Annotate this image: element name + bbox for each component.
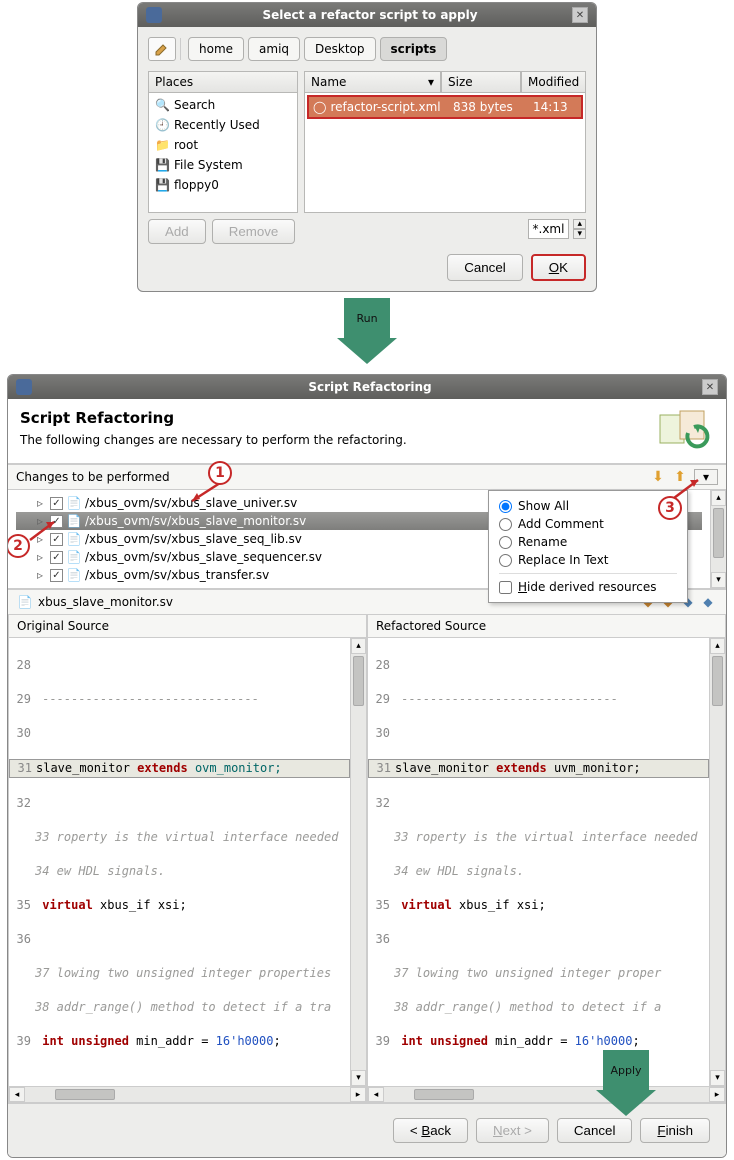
back-button[interactable]: < Back xyxy=(393,1118,468,1143)
cancel-button[interactable]: Cancel xyxy=(557,1118,633,1143)
compare-tab-label: xbus_slave_monitor.sv xyxy=(38,595,173,609)
checkbox[interactable] xyxy=(50,497,63,510)
files-pane: Name▾ Size Modified ◯ refactor-script.xm… xyxy=(304,71,586,244)
sv-file-icon: 📄 xyxy=(67,496,81,510)
callout-1: 1 xyxy=(208,461,232,485)
expand-icon[interactable]: ▹ xyxy=(34,550,46,564)
dialog-title: Select a refactor script to apply xyxy=(168,8,572,22)
refactoring-dialog: Script Refactoring ✕ Script Refactoring … xyxy=(7,374,727,1158)
page-heading: Script Refactoring xyxy=(20,409,658,427)
places-pane: Places 🔍Search 🕘Recently Used 📁root 💾Fil… xyxy=(148,71,298,244)
refactor-wizard-icon xyxy=(658,409,714,449)
file-name: refactor-script.xml xyxy=(330,100,449,114)
path-segment[interactable]: home xyxy=(188,37,244,61)
dialog-title: Script Refactoring xyxy=(38,380,702,394)
refactored-header: Refactored Source xyxy=(368,615,725,638)
original-source-pane: Original Source 28 29 ------------------… xyxy=(8,614,367,1103)
refactored-source-pane: Refactored Source 28 29 ----------------… xyxy=(367,614,726,1103)
callout-3: 3 xyxy=(658,496,682,520)
file-chooser-dialog: Select a refactor script to apply ✕ home… xyxy=(137,2,597,292)
sv-file-icon: 📄 xyxy=(67,532,81,546)
close-icon[interactable]: ✕ xyxy=(702,379,718,395)
column-size[interactable]: Size xyxy=(441,71,521,93)
file-modified: 14:13 xyxy=(533,100,577,114)
sort-icon: ▾ xyxy=(428,75,434,89)
filter-up-icon[interactable]: ▴ xyxy=(573,219,586,229)
remove-button[interactable]: Remove xyxy=(212,219,296,244)
file-row-selected[interactable]: ◯ refactor-script.xml 838 bytes 14:13 xyxy=(307,95,583,119)
menu-show-all[interactable]: Show All xyxy=(499,497,677,515)
expand-icon[interactable]: ▹ xyxy=(34,568,46,582)
tree-item-label: /xbus_ovm/sv/xbus_slave_sequencer.sv xyxy=(85,550,322,564)
scroll-down-icon[interactable]: ▾ xyxy=(711,572,726,588)
ok-button[interactable]: OK xyxy=(531,254,586,281)
tree-item-label: /xbus_ovm/sv/xbus_slave_monitor.sv xyxy=(85,514,306,528)
file-size: 838 bytes xyxy=(453,100,529,114)
sv-file-icon: 📄 xyxy=(67,550,81,564)
place-search[interactable]: 🔍Search xyxy=(151,95,295,115)
page-subtitle: The following changes are necessary to p… xyxy=(20,433,658,447)
finish-button[interactable]: Finish xyxy=(640,1118,710,1143)
sv-file-icon: 📄 xyxy=(67,514,81,528)
run-arrow: Run xyxy=(0,294,734,372)
original-code[interactable]: 28 29 ------------------------------ 30 … xyxy=(9,638,350,1086)
tree-item-label: /xbus_ovm/sv/xbus_transfer.sv xyxy=(85,568,269,582)
callout-2: 2 xyxy=(7,534,30,558)
place-root[interactable]: 📁root xyxy=(151,135,295,155)
close-icon[interactable]: ✕ xyxy=(572,7,588,23)
app-icon xyxy=(146,7,162,23)
titlebar: Script Refactoring ✕ xyxy=(8,375,726,399)
menu-hide-derived[interactable]: Hide derived resources xyxy=(499,578,677,596)
menu-replace-in-text[interactable]: Replace In Text xyxy=(499,551,677,569)
path-bar: home amiq Desktop scripts xyxy=(148,37,586,61)
run-label: Run xyxy=(356,312,377,325)
sv-file-icon: 📄 xyxy=(18,595,32,609)
place-file-system[interactable]: 💾File System xyxy=(151,155,295,175)
path-segment-current[interactable]: scripts xyxy=(380,37,448,61)
orig-hscrollbar[interactable]: ◂▸ xyxy=(9,1086,366,1102)
file-filter-select[interactable]: *.xml xyxy=(528,219,570,239)
apply-label: Apply xyxy=(610,1064,641,1077)
column-name[interactable]: Name▾ xyxy=(304,71,441,93)
original-header: Original Source xyxy=(9,615,366,638)
cancel-button[interactable]: Cancel xyxy=(447,254,523,281)
places-header: Places xyxy=(148,71,298,93)
apply-arrow: Apply xyxy=(596,1050,656,1116)
changes-tree[interactable]: ▹📄/xbus_ovm/sv/xbus_slave_univer.sv ▹📄/x… xyxy=(8,490,710,588)
next-change-icon[interactable]: ⬇ xyxy=(650,469,666,485)
scroll-up-icon[interactable]: ▴ xyxy=(711,490,726,506)
edit-path-icon[interactable] xyxy=(148,37,176,61)
menu-rename[interactable]: Rename xyxy=(499,533,677,551)
compare-nav-icon[interactable]: ◆ xyxy=(700,594,716,610)
place-recently-used[interactable]: 🕘Recently Used xyxy=(151,115,295,135)
tree-item-label: /xbus_ovm/sv/xbus_slave_seq_lib.sv xyxy=(85,532,302,546)
menu-add-comment[interactable]: Add Comment xyxy=(499,515,677,533)
xml-file-icon: ◯ xyxy=(313,100,326,114)
orig-scrollbar[interactable]: ▴▾ xyxy=(350,638,366,1086)
titlebar: Select a refactor script to apply ✕ xyxy=(138,3,596,27)
refa-scrollbar[interactable]: ▴▾ xyxy=(709,638,725,1086)
app-icon xyxy=(16,379,32,395)
next-button[interactable]: Next > xyxy=(476,1118,549,1143)
refactored-code[interactable]: 28 29 ------------------------------ 30 … xyxy=(368,638,709,1086)
add-button[interactable]: Add xyxy=(148,219,206,244)
filter-down-icon[interactable]: ▾ xyxy=(573,229,586,239)
sv-file-icon: 📄 xyxy=(67,568,81,582)
checkbox[interactable] xyxy=(50,551,63,564)
column-modified[interactable]: Modified xyxy=(521,71,586,93)
place-floppy0[interactable]: 💾floppy0 xyxy=(151,175,295,195)
refa-hscrollbar[interactable]: ◂▸ xyxy=(368,1086,725,1102)
scrollbar-thumb[interactable] xyxy=(713,508,724,558)
path-segment[interactable]: amiq xyxy=(248,37,300,61)
checkbox[interactable] xyxy=(50,569,63,582)
expand-icon[interactable]: ▹ xyxy=(34,496,46,510)
tree-scrollbar[interactable]: ▴ ▾ xyxy=(710,490,726,588)
path-segment[interactable]: Desktop xyxy=(304,37,376,61)
changes-label: Changes to be performed xyxy=(16,470,644,484)
